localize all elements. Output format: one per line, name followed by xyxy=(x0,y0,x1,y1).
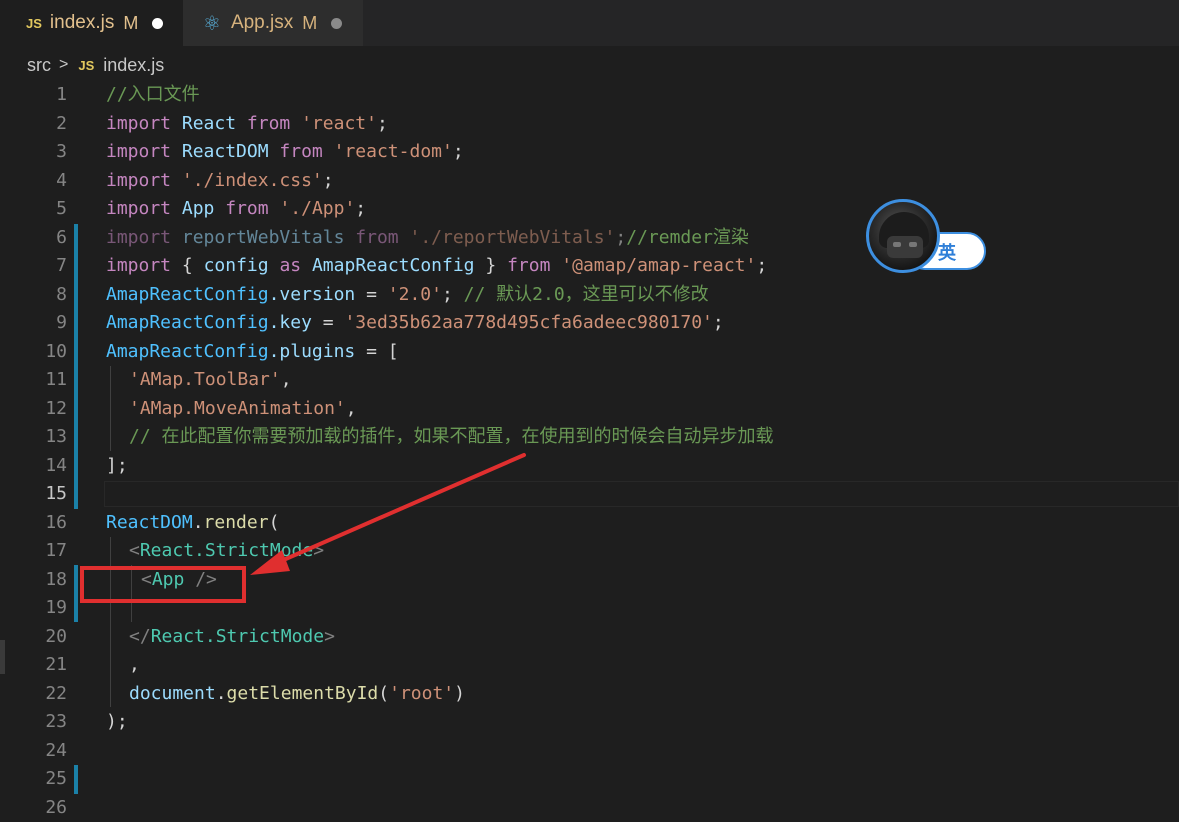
tab-index-js[interactable]: JS index.js M xyxy=(0,0,183,46)
line-number: 23 xyxy=(0,708,67,737)
code-text: AmapReactConfig.key = '3ed35b62aa778d495… xyxy=(106,309,724,338)
code-text: document.getElementById('root') xyxy=(129,680,465,709)
code-line[interactable]: 4 import './index.css'; xyxy=(0,167,1179,196)
code-line[interactable]: 14 ]; xyxy=(0,452,1179,481)
code-line[interactable]: 25 xyxy=(0,765,1179,794)
code-line[interactable]: 22 document.getElementById('root') xyxy=(0,680,1179,709)
code-line[interactable]: 1 //入口文件 xyxy=(0,81,1179,110)
code-line[interactable]: 11 'AMap.ToolBar', xyxy=(0,366,1179,395)
modified-indicator: M xyxy=(123,13,138,34)
code-text: <React.StrictMode> xyxy=(129,537,324,566)
chevron-right-icon: > xyxy=(59,56,68,74)
code-line[interactable]: 10 AmapReactConfig.plugins = [ xyxy=(0,338,1179,367)
line-number: 18 xyxy=(0,566,67,595)
code-line[interactable]: 23 ); xyxy=(0,708,1179,737)
line-number: 17 xyxy=(0,537,67,566)
code-line[interactable]: 16 ReactDOM.render( xyxy=(0,509,1179,538)
code-text: import reportWebVitals from './reportWeb… xyxy=(106,224,749,253)
code-text: , xyxy=(129,651,140,680)
scroll-edge xyxy=(0,640,5,674)
unsaved-dot-icon[interactable] xyxy=(152,18,163,29)
code-text: 'AMap.MoveAnimation', xyxy=(129,395,357,424)
react-icon: ⚛ xyxy=(203,13,221,33)
annotation-highlight-box xyxy=(80,566,246,603)
avatar[interactable] xyxy=(866,199,940,273)
tab-label: index.js xyxy=(50,12,114,34)
line-number: 9 xyxy=(0,309,67,338)
code-line[interactable]: 8 AmapReactConfig.version = '2.0'; // 默认… xyxy=(0,281,1179,310)
code-text: // 在此配置你需要预加载的插件，如果不配置，在使用到的时候会自动异步加载 xyxy=(129,423,774,452)
line-number: 8 xyxy=(0,281,67,310)
tab-label: App.jsx xyxy=(231,12,293,34)
tab-app-jsx[interactable]: ⚛ App.jsx M xyxy=(183,0,363,46)
line-number: 21 xyxy=(0,651,67,680)
code-text: import App from './App'; xyxy=(106,195,366,224)
code-line[interactable]: 6 import reportWebVitals from './reportW… xyxy=(0,224,1179,253)
unsaved-dot-icon[interactable] xyxy=(331,18,342,29)
code-line[interactable]: 7 import { config as AmapReactConfig } f… xyxy=(0,252,1179,281)
code-text: import React from 'react'; xyxy=(106,110,388,139)
javascript-file-icon: JS xyxy=(78,58,94,73)
line-number: 24 xyxy=(0,737,67,766)
line-number: 14 xyxy=(0,452,67,481)
code-text: ReactDOM.render( xyxy=(106,509,279,538)
code-text: ); xyxy=(106,708,128,737)
line-number: 19 xyxy=(0,594,67,623)
avatar-eye xyxy=(893,242,901,247)
code-editor[interactable]: 1 //入口文件 2 import React from 'react'; 3 … xyxy=(0,81,1179,821)
avatar-face xyxy=(887,236,923,258)
line-number: 25 xyxy=(0,765,67,794)
avatar-eye xyxy=(909,242,917,247)
line-number: 4 xyxy=(0,167,67,196)
code-text: 'AMap.ToolBar', xyxy=(129,366,292,395)
code-line[interactable]: 3 import ReactDOM from 'react-dom'; xyxy=(0,138,1179,167)
code-line[interactable]: 24 xyxy=(0,737,1179,766)
code-line[interactable]: 20 </React.StrictMode> xyxy=(0,623,1179,652)
code-text: ]; xyxy=(106,452,128,481)
ime-indicator[interactable]: 英 xyxy=(866,199,988,273)
line-number: 22 xyxy=(0,680,67,709)
code-line[interactable]: 17 <React.StrictMode> xyxy=(0,537,1179,566)
line-number: 26 xyxy=(0,794,67,822)
code-line-current[interactable]: 15 xyxy=(0,480,1179,509)
line-number: 13 xyxy=(0,423,67,452)
code-line[interactable]: 12 'AMap.MoveAnimation', xyxy=(0,395,1179,424)
breadcrumb: src > JS index.js xyxy=(27,52,164,78)
tab-bar: JS index.js M ⚛ App.jsx M xyxy=(0,0,1179,46)
javascript-file-icon: JS xyxy=(26,16,42,31)
ime-language-label: 英 xyxy=(938,239,956,265)
code-line[interactable]: 9 AmapReactConfig.key = '3ed35b62aa778d4… xyxy=(0,309,1179,338)
line-number: 5 xyxy=(0,195,67,224)
line-number: 3 xyxy=(0,138,67,167)
line-number: 12 xyxy=(0,395,67,424)
code-text: import './index.css'; xyxy=(106,167,334,196)
line-number: 15 xyxy=(0,480,67,509)
code-line[interactable]: 26 xyxy=(0,794,1179,822)
line-number: 10 xyxy=(0,338,67,367)
code-text: AmapReactConfig.version = '2.0'; // 默认2.… xyxy=(106,281,709,310)
code-text: import ReactDOM from 'react-dom'; xyxy=(106,138,464,167)
line-number: 1 xyxy=(0,81,67,110)
line-number: 7 xyxy=(0,252,67,281)
code-text: </React.StrictMode> xyxy=(129,623,335,652)
code-line[interactable]: 2 import React from 'react'; xyxy=(0,110,1179,139)
line-number: 2 xyxy=(0,110,67,139)
breadcrumb-file[interactable]: index.js xyxy=(103,55,164,76)
line-number: 16 xyxy=(0,509,67,538)
code-line[interactable]: 13 // 在此配置你需要预加载的插件，如果不配置，在使用到的时候会自动异步加载 xyxy=(0,423,1179,452)
code-text: AmapReactConfig.plugins = [ xyxy=(106,338,399,367)
code-line[interactable]: 5 import App from './App'; xyxy=(0,195,1179,224)
code-text: //入口文件 xyxy=(106,81,200,110)
modified-indicator: M xyxy=(302,13,317,34)
line-number: 6 xyxy=(0,224,67,253)
code-text: import { config as AmapReactConfig } fro… xyxy=(106,252,767,281)
code-line[interactable]: 21 , xyxy=(0,651,1179,680)
line-number: 20 xyxy=(0,623,67,652)
line-number: 11 xyxy=(0,366,67,395)
breadcrumb-folder[interactable]: src xyxy=(27,55,51,76)
